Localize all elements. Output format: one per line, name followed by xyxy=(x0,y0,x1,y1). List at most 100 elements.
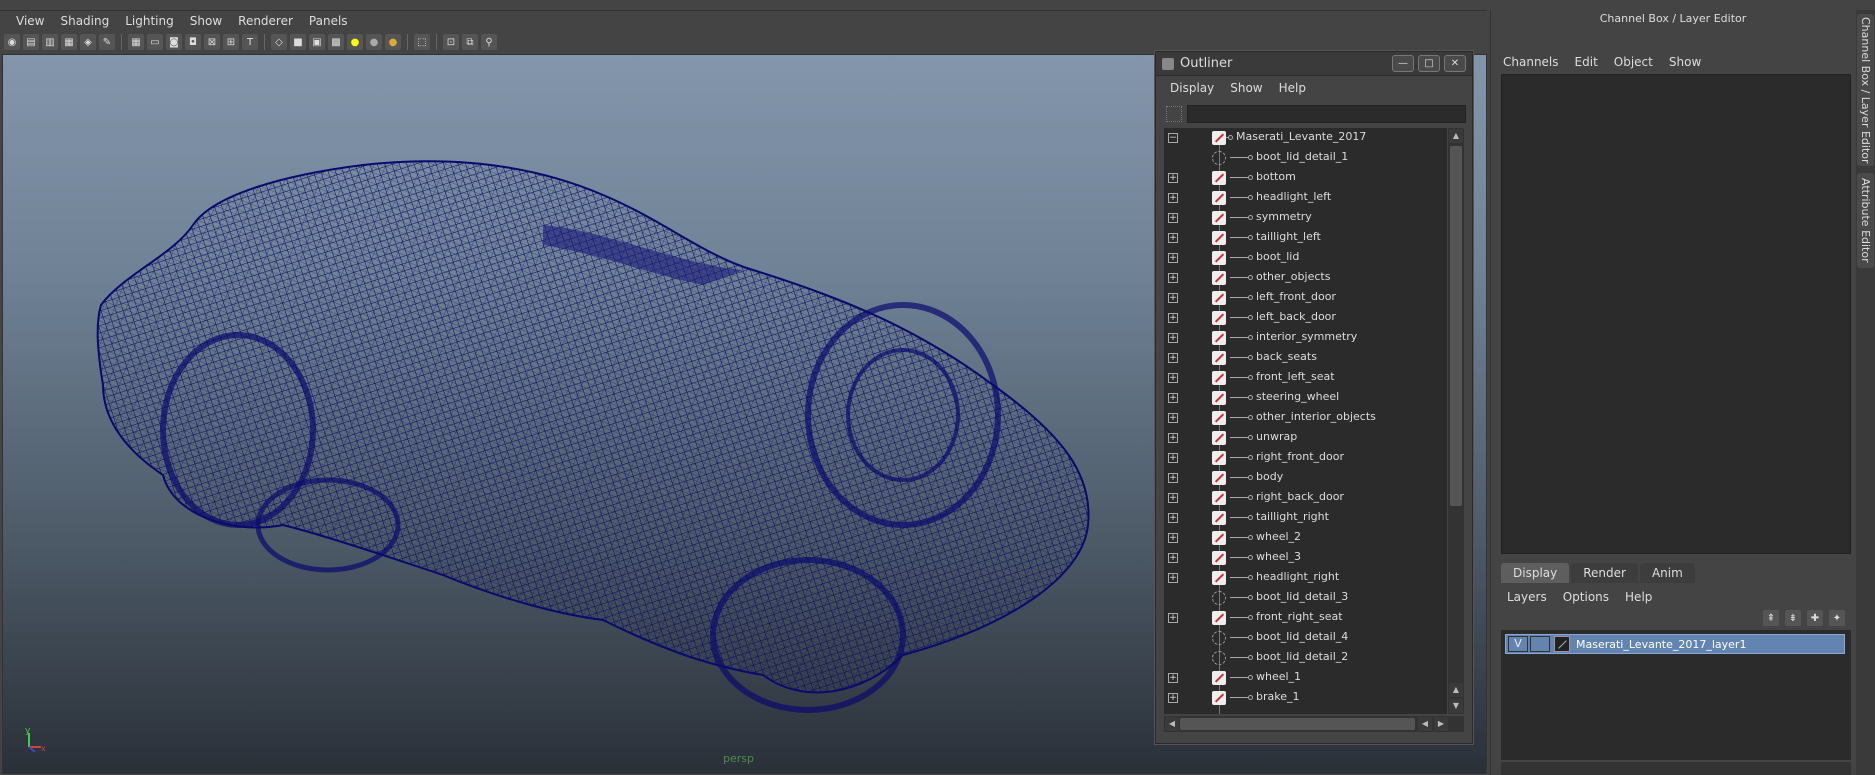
move-layer-down-icon[interactable]: ⇟ xyxy=(1785,610,1801,626)
expand-icon[interactable]: + xyxy=(1168,513,1178,523)
layer-menu-options[interactable]: Options xyxy=(1563,587,1617,607)
frame-all-icon[interactable]: ⧉ xyxy=(462,34,478,50)
wireframe-icon[interactable]: ◇ xyxy=(271,34,287,50)
layer-menu-layers[interactable]: Layers xyxy=(1507,587,1555,607)
expand-icon[interactable]: + xyxy=(1168,313,1178,323)
xray-icon[interactable]: ⬚ xyxy=(414,34,430,50)
camera-attributes-icon[interactable]: ▤ xyxy=(23,34,39,50)
outliner-row[interactable]: + right_back_door xyxy=(1164,488,1447,508)
move-layer-up-icon[interactable]: ⇞ xyxy=(1763,610,1779,626)
scroll-down-icon[interactable]: ▼ xyxy=(1449,699,1463,713)
expand-icon[interactable]: + xyxy=(1168,553,1178,563)
expand-icon[interactable]: + xyxy=(1168,493,1178,503)
grease-pencil-icon[interactable]: ✎ xyxy=(99,34,115,50)
scrollbar-thumb[interactable] xyxy=(1180,718,1415,730)
outliner-row[interactable]: + back_seats xyxy=(1164,348,1447,368)
expand-icon[interactable]: + xyxy=(1168,353,1178,363)
layer-menu-help[interactable]: Help xyxy=(1625,587,1660,607)
cb-menu-channels[interactable]: Channels xyxy=(1503,52,1567,72)
outliner-root-row[interactable]: − Maserati_Levante_2017 xyxy=(1164,128,1447,148)
isolate-select-icon[interactable]: ⊡ xyxy=(443,34,459,50)
cb-menu-edit[interactable]: Edit xyxy=(1575,52,1606,72)
scroll-up-icon[interactable]: ▲ xyxy=(1449,129,1463,143)
expand-icon[interactable]: + xyxy=(1168,533,1178,543)
outliner-row[interactable]: + taillight_left xyxy=(1164,228,1447,248)
layer-horizontal-scrollbar[interactable] xyxy=(1501,762,1851,775)
outliner-row[interactable]: + brake_1 xyxy=(1164,688,1447,708)
scroll-left-icon[interactable]: ◀ xyxy=(1418,717,1432,731)
expand-icon[interactable]: + xyxy=(1168,293,1178,303)
expand-icon[interactable]: + xyxy=(1168,473,1178,483)
outliner-row[interactable]: + other_interior_objects xyxy=(1164,408,1447,428)
layer-visibility-toggle[interactable]: V xyxy=(1508,636,1528,652)
outliner-search-input[interactable] xyxy=(1187,105,1466,123)
new-layer-from-selection-icon[interactable]: ✦ xyxy=(1829,610,1845,626)
field-chart-icon[interactable]: ⊠ xyxy=(204,34,220,50)
new-layer-icon[interactable]: ✚ xyxy=(1807,610,1823,626)
menu-renderer[interactable]: Renderer xyxy=(230,11,301,31)
expand-icon[interactable]: + xyxy=(1168,273,1178,283)
outliner-row[interactable]: + other_objects xyxy=(1164,268,1447,288)
outliner-horizontal-scrollbar[interactable]: ◀ ◀ ▶ xyxy=(1164,716,1464,732)
outliner-menu-show[interactable]: Show xyxy=(1222,78,1270,98)
outliner-row[interactable]: + steering_wheel xyxy=(1164,388,1447,408)
bookmarks-icon[interactable]: ▥ xyxy=(42,34,58,50)
layer-row[interactable]: V Maserati_Levante_2017_layer1 xyxy=(1505,634,1845,654)
expand-icon[interactable]: + xyxy=(1168,413,1178,423)
outliner-row[interactable]: + left_back_door xyxy=(1164,308,1447,328)
menu-shading[interactable]: Shading xyxy=(52,11,117,31)
scrollbar-thumb[interactable] xyxy=(1450,146,1462,506)
tab-channel-box-layer-editor[interactable]: Channel Box / Layer Editor xyxy=(1857,14,1874,166)
outliner-menu-display[interactable]: Display xyxy=(1162,78,1222,98)
film-gate-icon[interactable]: ▭ xyxy=(147,34,163,50)
smooth-shade-icon[interactable]: ■ xyxy=(290,34,306,50)
outliner-row[interactable]: + unwrap xyxy=(1164,428,1447,448)
outliner-menu-help[interactable]: Help xyxy=(1271,78,1314,98)
outliner-row[interactable]: + wheel_3 xyxy=(1164,548,1447,568)
cb-menu-show[interactable]: Show xyxy=(1669,52,1709,72)
two-d-pan-zoom-icon[interactable]: ◈ xyxy=(80,34,96,50)
expand-icon[interactable]: + xyxy=(1168,233,1178,243)
wireframe-on-shaded-icon[interactable]: ▣ xyxy=(309,34,325,50)
use-all-lights-icon[interactable]: ● xyxy=(347,34,363,50)
expand-icon[interactable]: + xyxy=(1168,333,1178,343)
layer-type-toggle[interactable] xyxy=(1530,636,1550,652)
safe-action-icon[interactable]: ⊞ xyxy=(223,34,239,50)
menu-lighting[interactable]: Lighting xyxy=(117,11,182,31)
resolution-gate-icon[interactable]: ◙ xyxy=(166,34,182,50)
menu-panels[interactable]: Panels xyxy=(301,11,356,31)
scroll-right-icon[interactable]: ▶ xyxy=(1434,717,1448,731)
outliner-row[interactable]: + front_left_seat xyxy=(1164,368,1447,388)
outliner-row[interactable]: boot_lid_detail_2 xyxy=(1164,648,1447,668)
outliner-row[interactable]: + front_right_seat xyxy=(1164,608,1447,628)
textured-icon[interactable]: ▩ xyxy=(328,34,344,50)
menu-view[interactable]: View xyxy=(8,11,52,31)
expand-icon[interactable]: + xyxy=(1168,253,1178,263)
grid-icon[interactable]: ▦ xyxy=(128,34,144,50)
outliner-row[interactable]: + headlight_right xyxy=(1164,568,1447,588)
layer-color-swatch[interactable] xyxy=(1554,636,1570,652)
expand-icon[interactable]: + xyxy=(1168,573,1178,583)
outliner-row[interactable]: + bottom xyxy=(1164,168,1447,188)
expand-icon[interactable]: + xyxy=(1168,673,1178,683)
gate-mask-icon[interactable]: ◘ xyxy=(185,34,201,50)
expand-icon[interactable]: + xyxy=(1168,373,1178,383)
maximize-icon[interactable]: □ xyxy=(1418,55,1440,72)
outliner-row[interactable]: + boot_lid xyxy=(1164,248,1447,268)
cb-menu-object[interactable]: Object xyxy=(1614,52,1661,72)
expand-icon[interactable]: + xyxy=(1168,613,1178,623)
select-camera-icon[interactable]: ◉ xyxy=(4,34,20,50)
expand-icon[interactable]: + xyxy=(1168,393,1178,403)
outliner-titlebar[interactable]: Outliner — □ ✕ xyxy=(1156,52,1472,76)
expand-icon[interactable]: + xyxy=(1168,173,1178,183)
tab-attribute-editor[interactable]: Attribute Editor xyxy=(1857,173,1874,268)
filter-icon[interactable] xyxy=(1166,106,1182,122)
minimize-icon[interactable]: — xyxy=(1392,55,1414,72)
image-plane-icon[interactable]: ▦ xyxy=(61,34,77,50)
expand-icon[interactable]: + xyxy=(1168,453,1178,463)
menu-show[interactable]: Show xyxy=(182,11,230,31)
tab-display[interactable]: Display xyxy=(1501,563,1570,583)
outliner-row[interactable]: + right_front_door xyxy=(1164,448,1447,468)
ambient-occlusion-icon[interactable]: ● xyxy=(385,34,401,50)
outliner-row[interactable]: + wheel_1 xyxy=(1164,668,1447,688)
